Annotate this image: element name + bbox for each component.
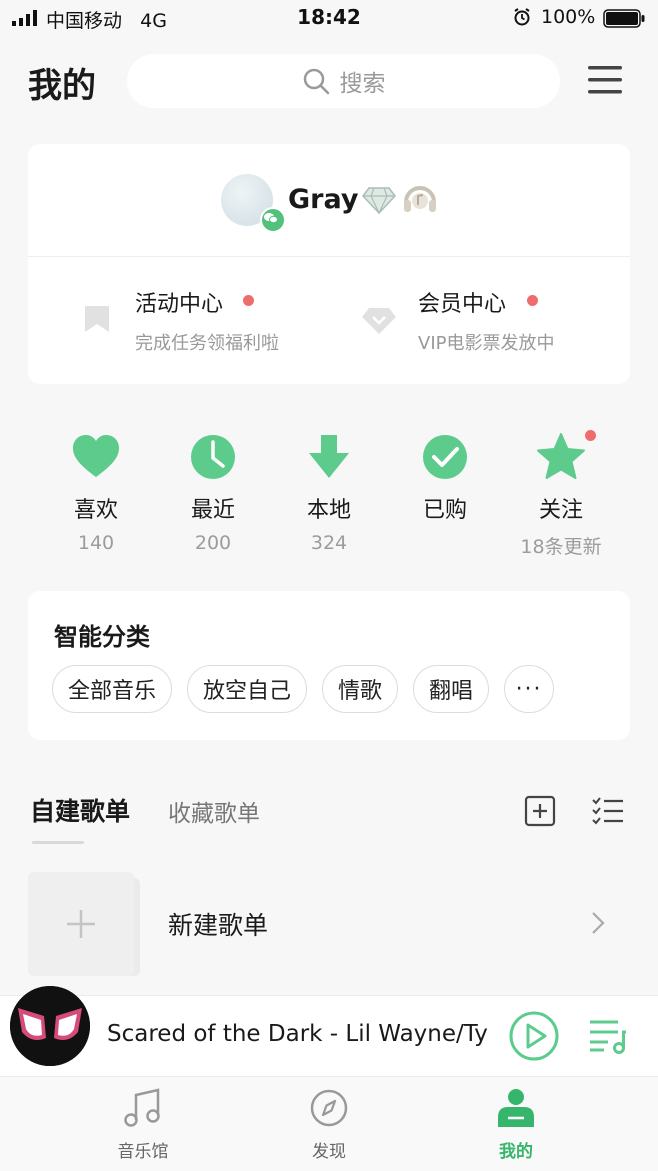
mini-player[interactable]: Scared of the Dark - Lil Wayne/Ty Dolla … [0,986,658,1076]
profile-card: Gray 活动中心 完成任务领福利啦 会员中心 VIP电影票发放中 [28,144,630,384]
category-chip[interactable]: 放空自己 [187,665,308,713]
vip-center-subtitle: VIP电影票发放中 [418,333,555,354]
quick-action-count: 324 [310,532,348,554]
check-circle-icon [423,435,467,479]
notification-dot [243,295,254,306]
divider [28,256,630,257]
tab-label: 音乐馆 [117,1142,169,1162]
wechat-icon [260,207,286,233]
tab-created-playlists[interactable]: 自建歌单 [30,792,130,828]
clock-icon [191,435,235,479]
add-playlist-icon[interactable] [524,795,556,827]
user-icon [498,1089,534,1127]
play-icon[interactable] [508,1010,560,1062]
quick-action-like[interactable]: 喜欢 140 [38,432,154,554]
playlist-queue-icon[interactable] [588,1018,628,1054]
notification-dot [527,295,538,306]
diamond-icon[interactable] [361,185,397,215]
music-note-icon [124,1088,160,1127]
tab-label: 发现 [312,1142,346,1162]
battery-percent: 100% [541,6,596,28]
search-bar[interactable]: 搜索 [127,54,560,108]
search-icon [303,68,329,95]
username[interactable]: Gray [288,184,358,215]
tab-label: 我的 [499,1142,533,1162]
vip-center-title: 会员中心 [418,292,507,317]
quick-action-count: 18条更新 [520,536,602,558]
tab-music-hall[interactable]: 音乐馆 [83,1087,203,1162]
tab-favorited-playlists[interactable]: 收藏歌单 [168,794,260,828]
new-playlist-label: 新建歌单 [168,911,269,940]
quick-action-follow[interactable]: 关注 18条更新 [503,432,619,559]
battery-icon [603,9,645,28]
bookmark-icon [85,306,109,332]
quick-action-label: 最近 [190,498,235,523]
quick-action-purchased[interactable]: 已购 [387,432,503,532]
compass-icon [310,1089,348,1127]
quick-action-label: 已购 [422,498,467,523]
bottom-tab-bar: 音乐馆 发现 我的 [0,1076,658,1171]
activity-center-title: 活动中心 [135,292,224,317]
quick-action-label: 本地 [306,498,351,523]
quick-action-local[interactable]: 本地 324 [271,432,387,554]
notification-dot [585,430,596,441]
tab-discover[interactable]: 发现 [269,1087,389,1162]
category-chips: 全部音乐 放空自己 情歌 翻唱 ··· [52,665,569,713]
quick-action-recent[interactable]: 最近 200 [155,432,271,554]
status-bar: 中国移动 4G 18:42 100% [0,0,658,40]
category-chip[interactable]: 翻唱 [413,665,490,713]
chevron-right-icon [592,912,605,934]
quick-action-count: 200 [194,532,232,554]
download-icon [309,435,349,478]
music-badge-icon[interactable] [402,182,438,216]
menu-icon[interactable] [586,63,624,97]
more-categories-button[interactable]: ··· [504,665,555,713]
vip-diamond-icon [362,308,396,334]
quick-action-label: 关注 [538,498,583,523]
search-placeholder: 搜索 [339,71,386,97]
tab-indicator [32,841,84,844]
now-playing-title: Scared of the Dark - Lil Wayne/Ty Dolla … [107,1021,487,1047]
star-icon [537,433,585,479]
quick-action-label: 喜欢 [73,498,118,523]
activity-center-subtitle: 完成任务领福利啦 [135,333,279,354]
alarm-icon [514,8,530,26]
checklist-icon[interactable] [591,796,625,826]
tab-mine[interactable]: 我的 [456,1087,576,1162]
heart-icon [73,435,119,477]
album-art[interactable] [10,986,90,1066]
quick-action-count: 140 [77,532,115,554]
category-chip[interactable]: 全部音乐 [52,665,173,713]
smart-category-title: 智能分类 [54,623,150,651]
plus-icon [67,910,95,938]
category-chip[interactable]: 情歌 [322,665,399,713]
smart-category-card: 智能分类 全部音乐 放空自己 情歌 翻唱 ··· [28,591,630,740]
page-title: 我的 [28,66,96,106]
